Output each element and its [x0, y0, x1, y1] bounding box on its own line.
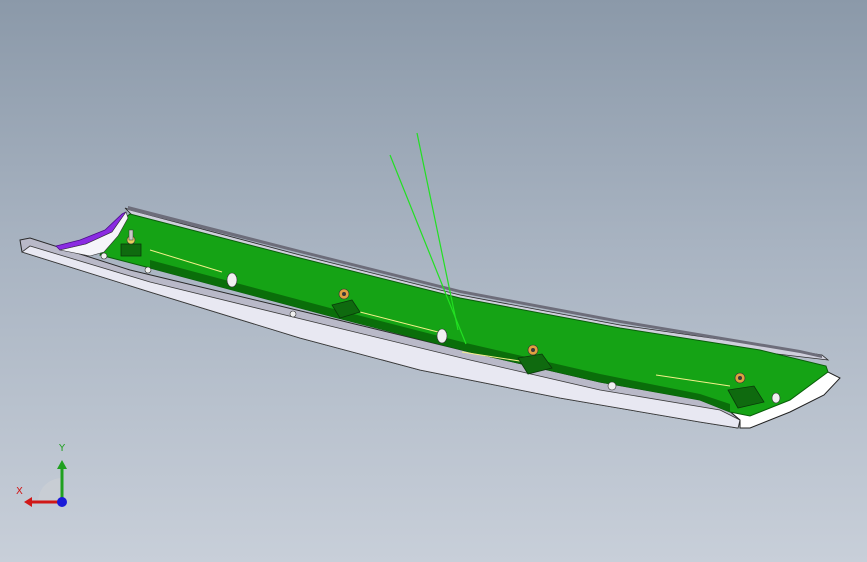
axis-y-label: Y — [59, 443, 66, 454]
part-inner-face[interactable] — [99, 213, 829, 417]
3d-model-view[interactable] — [0, 0, 867, 562]
coordinate-triad[interactable]: X Y — [10, 440, 80, 510]
triad-graphic — [24, 460, 67, 507]
graphics-viewport[interactable]: X Y — [0, 0, 867, 562]
axis-x-label: X — [16, 486, 23, 497]
